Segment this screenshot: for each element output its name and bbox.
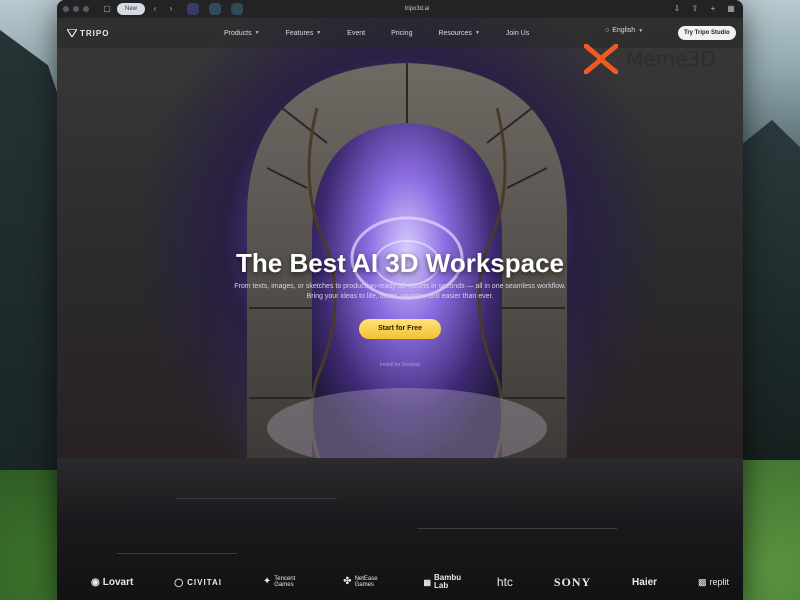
nav-link-label: Features — [285, 29, 314, 37]
tencent-games-logo-icon: ✦ — [262, 576, 272, 587]
window-controls — [63, 6, 89, 12]
partner-name: Lovart — [102, 576, 134, 588]
minimize-window-button[interactable] — [73, 6, 79, 12]
partner-logo-tencent-games: ✦ Tencent Games — [263, 576, 302, 588]
share-icon[interactable]: ⇧ — [689, 3, 701, 15]
hero-subtitle-line-1: From texts, images, or sketches to produ… — [234, 283, 566, 290]
nav-links: Products ▼ Features ▼ Event Pricing Reso… — [224, 30, 529, 37]
partner-logo-bambu-lab: ▦ Bambu Lab — [423, 573, 462, 590]
download-icon[interactable]: ⇩ — [671, 3, 683, 15]
lovart-logo-icon: ◉ — [91, 576, 100, 588]
tab-overview-icon[interactable]: ▦ — [725, 3, 737, 15]
nav-link-features[interactable]: Features ▼ — [286, 30, 322, 37]
tab-favicon-3[interactable] — [231, 3, 244, 15]
site-logo[interactable]: TRIPO — [67, 29, 207, 38]
nav-link-label: Pricing — [391, 29, 413, 37]
floor-crack — [117, 553, 237, 554]
language-selector[interactable]: ○ English ▼ — [605, 27, 643, 34]
partner-logo-htc: htc — [496, 575, 513, 589]
partner-logo-haier: Haier — [632, 576, 658, 588]
hero-subtitle-line-2: Bring your ideas to life, faster, smarte… — [306, 293, 494, 300]
address-bar[interactable]: tripo3d.ai — [387, 0, 447, 18]
netease-games-logo-icon: ✤ — [343, 576, 352, 587]
nav-link-event[interactable]: Event — [347, 30, 365, 37]
nav-link-products[interactable]: Products ▼ — [224, 30, 260, 37]
nav-link-label: Join Us — [505, 29, 530, 37]
tab-group-pill[interactable]: New — [117, 3, 146, 15]
forward-arrow-icon[interactable]: › — [165, 3, 177, 15]
globe-icon: ○ — [605, 27, 610, 34]
nav-link-label: Products — [224, 29, 252, 37]
back-arrow-icon[interactable]: ‹ — [149, 3, 161, 15]
partner-logos-strip: ◉ Lovart ◯ CIVITAI ✦ Tencent Games ✤ Net… — [57, 570, 743, 594]
hero-title: The Best AI 3D Workspace — [236, 248, 564, 278]
partner-name: Tencent Games — [274, 576, 296, 588]
nav-link-label: Resources — [438, 29, 472, 37]
floor-crack — [177, 498, 337, 499]
new-tab-icon[interactable]: + — [707, 3, 719, 15]
tab-favicon-1[interactable] — [187, 3, 200, 15]
partner-name: CIVITAI — [187, 577, 222, 587]
partner-name: Bambu Lab — [434, 573, 462, 590]
browser-window: ▢ New ‹ › tripo3d.ai ⇩ ⇧ + ▦ TRIPO Produ… — [57, 0, 743, 600]
tripo-logo-icon — [67, 29, 77, 37]
floor-crack — [417, 528, 617, 529]
replit-logo-icon: ▩ — [697, 576, 707, 587]
sidebar-toggle-icon[interactable]: ▢ — [101, 3, 113, 15]
install-desktop-link[interactable]: Install for Desktop — [359, 362, 441, 368]
nav-link-label: Event — [347, 29, 366, 37]
partner-logo-replit: ▩ replit — [698, 577, 729, 588]
nav-link-join-us[interactable]: Join Us — [506, 30, 529, 37]
chevron-down-icon: ▼ — [316, 30, 322, 36]
close-window-button[interactable] — [63, 6, 69, 12]
meme3d-logo-icon — [584, 44, 618, 74]
toolbar-actions: ⇩ ⇧ + ▦ — [671, 3, 737, 15]
nav-link-resources[interactable]: Resources ▼ — [438, 30, 479, 37]
partner-name: NetEase Games — [354, 576, 378, 588]
nav-link-pricing[interactable]: Pricing — [391, 30, 412, 37]
browser-toolbar: ▢ New ‹ › tripo3d.ai ⇩ ⇧ + ▦ — [57, 0, 743, 18]
language-label: English — [612, 27, 636, 34]
try-tripo-studio-button[interactable]: Try Tripo Studio — [678, 26, 736, 40]
partner-logo-sony: SONY — [553, 574, 592, 589]
start-for-free-button[interactable]: Start for Free — [359, 319, 441, 339]
meme3d-watermark: Meme3D — [584, 44, 715, 74]
partner-logo-netease-games: ✤ NetEase Games — [343, 576, 382, 588]
civitai-logo-icon: ◯ — [174, 577, 185, 587]
tab-favicon-2[interactable] — [209, 3, 222, 15]
watermark-text: Meme3D — [626, 47, 716, 71]
chevron-down-icon: ▼ — [254, 30, 260, 36]
bambu-lab-logo-icon: ▦ — [423, 577, 432, 587]
partner-logo-lovart: ◉ Lovart — [91, 577, 133, 588]
chevron-down-icon: ▼ — [474, 30, 480, 36]
maximize-window-button[interactable] — [83, 6, 89, 12]
web-page: TRIPO Products ▼ Features ▼ Event Pricin… — [57, 18, 743, 600]
partner-logo-civitai: ◯ CIVITAI — [174, 578, 222, 587]
chevron-down-icon: ▼ — [638, 27, 644, 34]
logo-text: TRIPO — [80, 28, 110, 38]
partner-name: replit — [709, 577, 729, 587]
